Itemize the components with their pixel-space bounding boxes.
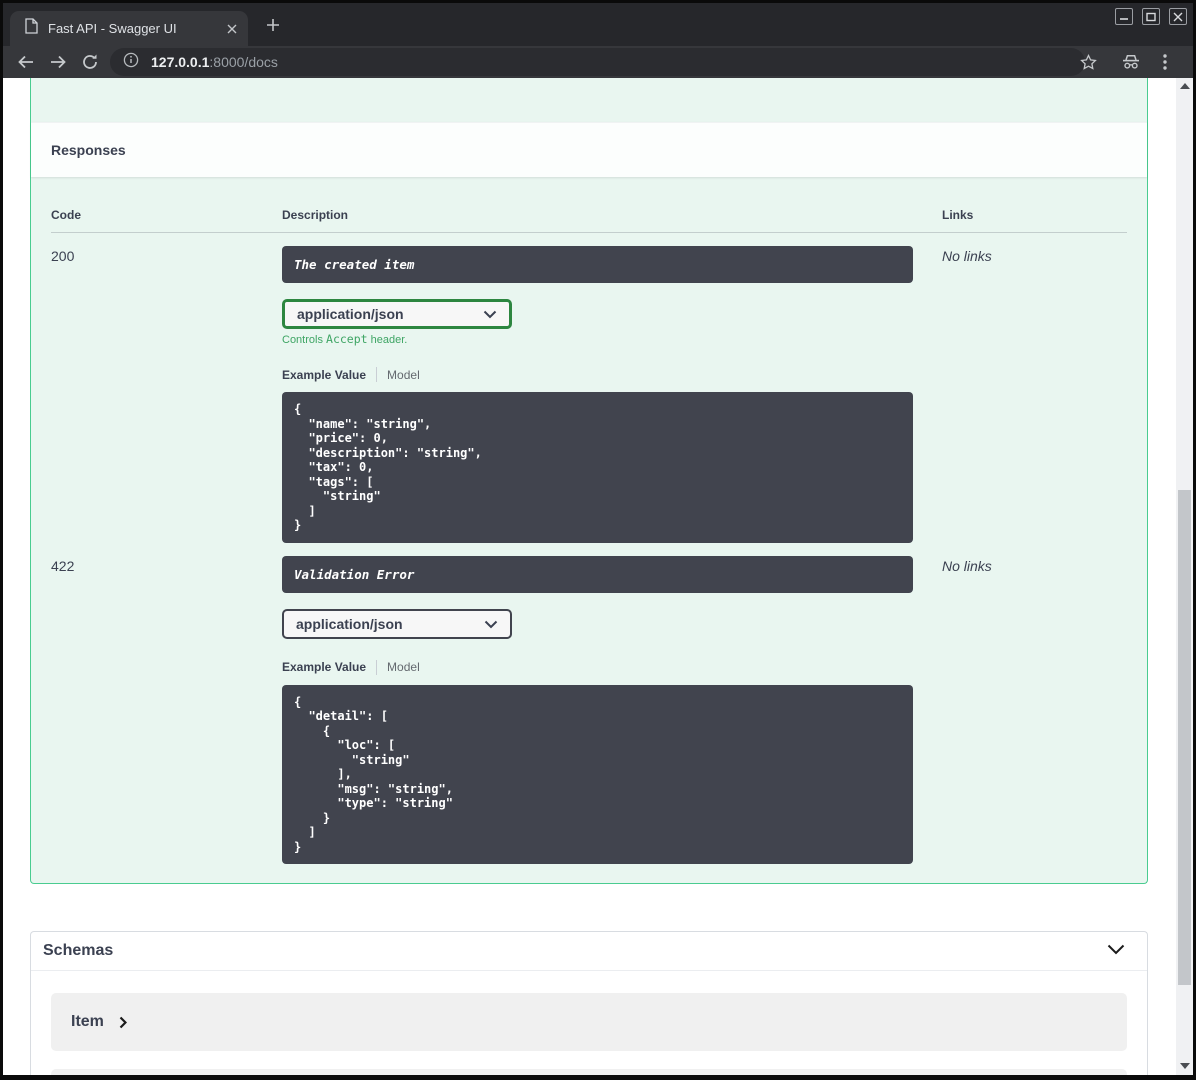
minimize-icon[interactable]: [1115, 8, 1133, 25]
site-info-icon[interactable]: [123, 52, 139, 73]
media-type-select[interactable]: application/json: [282, 608, 512, 639]
model-name: Item: [71, 1013, 104, 1030]
response-row-200: 200 The created item application/json Co…: [51, 233, 1127, 543]
url-bar[interactable]: 127.0.0.1:8000/docs: [110, 48, 1085, 76]
forward-icon[interactable]: [49, 53, 67, 71]
browser-chrome: Fast API - Swagger UI 127.0.0.1:8000/doc…: [3, 3, 1193, 78]
model-card-validationerror[interactable]: ValidationError: [51, 1069, 1127, 1075]
url-text: 127.0.0.1:8000/docs: [151, 54, 278, 70]
responses-table: Code Description Links 200 The created i…: [31, 177, 1147, 883]
browser-window: Fast API - Swagger UI 127.0.0.1:8000/doc…: [0, 0, 1196, 1080]
schemas-title: Schemas: [43, 942, 114, 959]
browser-toolbar: 127.0.0.1:8000/docs: [3, 46, 1193, 78]
media-type-select[interactable]: application/json: [282, 299, 512, 329]
media-type-value: application/json: [297, 306, 404, 322]
response-row-422: 422 Validation Error application/json Ex…: [51, 543, 1127, 864]
incognito-icon: [1121, 52, 1141, 72]
accept-header-hint: Controls Accept header.: [282, 332, 408, 346]
response-links: No links: [942, 557, 992, 574]
example-json-422: { "detail": [ { "loc": [ "string" ], "ms…: [282, 684, 913, 864]
media-type-value: application/json: [296, 615, 403, 632]
response-description: The created item: [282, 246, 913, 283]
tab-bar: Fast API - Swagger UI: [3, 3, 1193, 46]
operation-block: Responses Code Description Links 200 The…: [30, 78, 1148, 884]
response-description: Validation Error: [282, 555, 913, 593]
example-json-200: { "name": "string", "price": 0, "descrip…: [282, 392, 913, 543]
responses-table-header: Code Description Links: [51, 191, 1127, 233]
example-model-tabs: Example Value Model: [282, 659, 942, 675]
col-header-links: Links: [942, 208, 974, 222]
browser-tab[interactable]: Fast API - Swagger UI: [10, 11, 248, 46]
responses-section-header: Responses: [31, 122, 1147, 177]
menu-kebab-icon[interactable]: [1155, 52, 1175, 72]
scroll-up-icon[interactable]: [1180, 83, 1190, 89]
tab-divider: [376, 367, 378, 382]
example-model-tabs: Example Value Model: [282, 367, 942, 382]
page-favicon-icon: [24, 18, 38, 39]
url-host: 127.0.0.1: [151, 54, 210, 70]
url-path: :8000/docs: [209, 54, 278, 70]
schemas-section: Schemas Item ValidationError: [30, 931, 1148, 1075]
window-controls: [1115, 8, 1187, 25]
response-links: No links: [942, 248, 992, 264]
response-description-cell: The created item application/json Contro…: [282, 246, 942, 543]
response-code: 200: [51, 248, 75, 264]
close-icon[interactable]: [1169, 8, 1187, 25]
operation-block-top-spacer: [31, 78, 1147, 122]
new-tab-icon[interactable]: [263, 15, 283, 35]
col-header-description: Description: [282, 208, 349, 222]
tab-close-icon[interactable]: [222, 19, 242, 39]
scrollbar-thumb[interactable]: [1178, 490, 1191, 985]
page-scrollbar[interactable]: [1176, 78, 1193, 1075]
tab-model[interactable]: Model: [387, 660, 420, 674]
responses-title: Responses: [51, 142, 126, 158]
tab-title: Fast API - Swagger UI: [48, 21, 177, 36]
response-code: 422: [51, 557, 75, 574]
reload-icon[interactable]: [81, 53, 99, 71]
schemas-header[interactable]: Schemas: [31, 932, 1147, 971]
tab-model[interactable]: Model: [387, 368, 420, 382]
model-card-item[interactable]: Item: [51, 993, 1127, 1051]
chevron-right-icon: [119, 1016, 127, 1029]
tab-example-value[interactable]: Example Value: [282, 368, 366, 382]
response-description-cell: Validation Error application/json Exampl…: [282, 555, 942, 864]
swagger-page: Responses Code Description Links 200 The…: [3, 78, 1176, 1075]
bookmark-star-icon[interactable]: [1078, 52, 1098, 72]
chevron-down-icon[interactable]: [1107, 942, 1125, 960]
chevron-down-icon: [483, 306, 497, 322]
maximize-icon[interactable]: [1142, 8, 1160, 25]
scroll-down-icon[interactable]: [1180, 1063, 1190, 1069]
col-header-code: Code: [51, 208, 81, 222]
chevron-down-icon: [484, 616, 498, 632]
tab-divider: [376, 659, 378, 675]
tab-example-value[interactable]: Example Value: [282, 660, 366, 674]
page-viewport: Responses Code Description Links 200 The…: [3, 78, 1193, 1075]
back-icon[interactable]: [17, 53, 35, 71]
